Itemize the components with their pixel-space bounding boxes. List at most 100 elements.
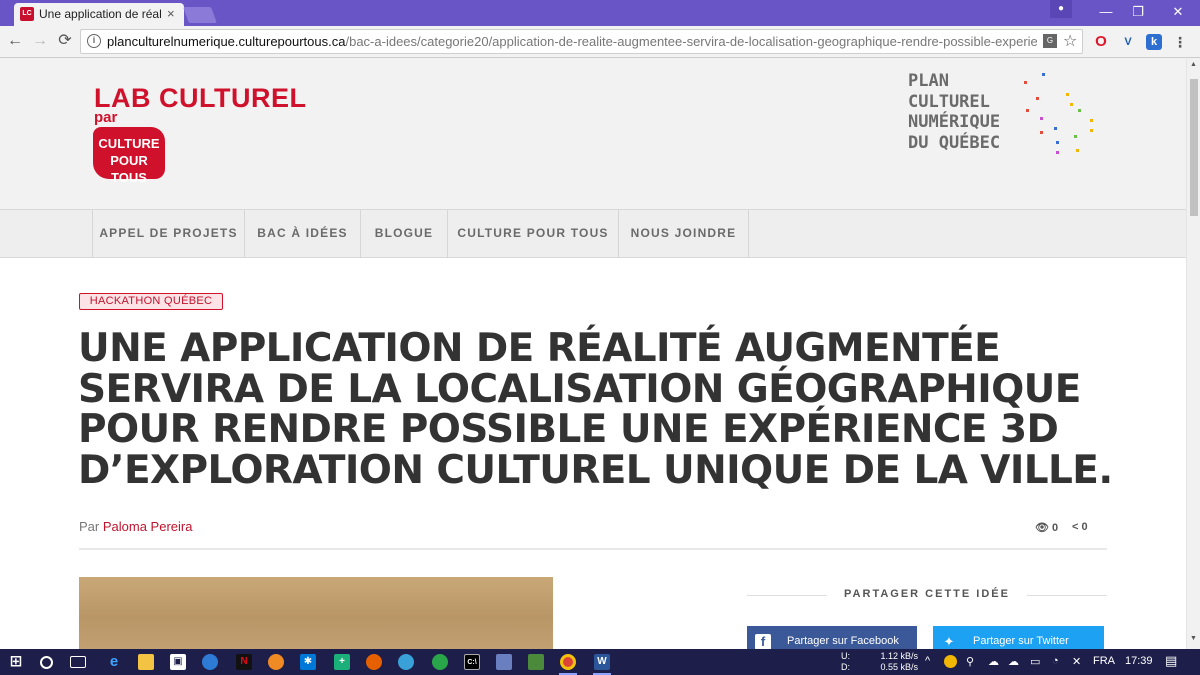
k-extension-icon[interactable]: k [1146, 34, 1162, 50]
views-count: 0 [1052, 522, 1059, 534]
divider [1027, 595, 1107, 596]
views-counter: 👁 0 [1035, 521, 1058, 534]
profile-icon[interactable]: ● [1050, 0, 1072, 18]
author-link[interactable]: Paloma Pereira [103, 519, 193, 534]
skype-icon[interactable] [398, 654, 414, 670]
nav-item-nous-joindre[interactable]: NOUS JOINDRE [618, 210, 749, 257]
task-view-icon[interactable] [70, 656, 86, 668]
network-app-icon[interactable] [496, 654, 512, 670]
bookmark-star-icon[interactable]: ☆ [1063, 31, 1077, 51]
info-icon[interactable]: i [87, 34, 101, 48]
forward-icon[interactable]: → [30, 31, 50, 51]
plan-line: DU QUÉBEC [908, 132, 1001, 153]
logo-dot [1036, 97, 1039, 100]
url-path: /bac-a-idees/categorie20/application-de-… [345, 34, 1037, 49]
facebook-icon: f [755, 634, 771, 649]
star-app-icon[interactable]: ✱ [300, 654, 316, 670]
word-icon[interactable]: W [594, 654, 610, 670]
logo-cpt-line2: POUR TOUS [110, 153, 148, 185]
page-scrollbar[interactable]: ▲ ▼ [1186, 59, 1200, 649]
globe-app-icon[interactable] [202, 654, 218, 670]
logo-dot [1042, 73, 1045, 76]
show-hidden-icons-icon[interactable]: ^ [925, 655, 930, 667]
plus-app-icon[interactable]: + [334, 654, 350, 670]
tab-close-icon[interactable]: × [167, 6, 175, 21]
logo-dot [1026, 109, 1029, 112]
culture-pour-tous-logo[interactable]: CULTURE POUR TOUS [93, 127, 165, 185]
share-facebook-button[interactable]: f Partager sur Facebook [747, 626, 917, 649]
cloud-icon[interactable]: ☁ [1008, 655, 1019, 668]
scrollbar-thumb[interactable] [1190, 79, 1198, 216]
clock[interactable]: 17:39 [1125, 655, 1153, 667]
minimize-button[interactable]: — [1088, 2, 1124, 22]
store-icon[interactable]: ▣ [170, 654, 186, 670]
netflix-icon[interactable]: N [236, 654, 252, 670]
main-navigation: APPEL DE PROJETS BAC À IDÉES BLOGUE CULT… [0, 209, 1186, 258]
battery-icon[interactable]: ▭ [1030, 655, 1040, 668]
logo-cpt-line1: CULTURE [98, 136, 160, 151]
language-indicator[interactable]: FRA [1093, 655, 1115, 667]
action-center-icon[interactable]: ▤ [1165, 653, 1177, 669]
translate-icon[interactable]: G [1043, 34, 1057, 48]
shares-counter[interactable]: < 0 [1072, 521, 1088, 533]
category-tag[interactable]: HACKATHON QUÉBEC [79, 293, 223, 310]
logo-dot [1070, 103, 1073, 106]
share-icon: < [1072, 521, 1079, 533]
firefox-icon[interactable] [366, 654, 382, 670]
network-speed-values: 1.12 kB/s 0.55 kB/s [876, 651, 918, 673]
file-explorer-icon[interactable] [138, 654, 154, 670]
torrent-icon[interactable] [432, 654, 448, 670]
logo-dot [1078, 109, 1081, 112]
nav-item-bac-a-idees[interactable]: BAC À IDÉES [244, 210, 360, 257]
logo-dot [1066, 93, 1069, 96]
onedrive-icon[interactable]: ☁ [988, 655, 999, 668]
share-twitter-button[interactable]: ✦ Partager sur Twitter [933, 626, 1104, 649]
scroll-up-icon[interactable]: ▲ [1190, 61, 1197, 68]
site-header: LAB CULTUREL par CULTURE POUR TOUS PLAN … [0, 59, 1186, 209]
nav-item-appel-de-projets[interactable]: APPEL DE PROJETS [92, 210, 244, 257]
paint-app-icon[interactable] [528, 654, 544, 670]
reload-icon[interactable]: ⟳ [55, 31, 75, 51]
new-tab-button[interactable] [183, 7, 217, 23]
net-down-value: 0.55 kB/s [880, 662, 918, 672]
tray-app-icon[interactable] [944, 655, 957, 668]
close-window-button[interactable]: ✕ [1160, 2, 1196, 22]
restore-button[interactable]: ❐ [1120, 2, 1156, 22]
tray-usb-icon[interactable]: ⚲ [966, 655, 974, 668]
browser-title-bar: LC Une application de réalit × ● — ❐ ✕ [0, 0, 1200, 26]
article-headline: UNE APPLICATION DE RÉALITÉ AUGMENTÉE SER… [78, 326, 1113, 493]
windows-start-icon[interactable]: ⊞ [8, 654, 24, 670]
volume-icon[interactable]: ✕ [1072, 655, 1081, 668]
cortana-icon[interactable] [40, 656, 53, 669]
logo-dot [1054, 127, 1057, 130]
nav-item-culture-pour-tous[interactable]: CULTURE POUR TOUS [447, 210, 618, 257]
nav-item-blogue[interactable]: BLOGUE [360, 210, 447, 257]
eye-icon: 👁 [1035, 522, 1049, 534]
shares-count: 0 [1081, 521, 1088, 533]
plan-line: NUMÉRIQUE [908, 112, 1001, 132]
twitter-icon: ✦ [943, 634, 955, 649]
v-extension-icon[interactable]: V [1120, 34, 1136, 50]
edge-icon[interactable]: e [106, 654, 122, 670]
chrome-icon[interactable] [560, 654, 576, 670]
url-host: planculturelnumerique.culturepourtous.ca [107, 34, 346, 49]
cmd-icon[interactable]: C:\ [464, 654, 480, 670]
share-section-title: PARTAGER CETTE IDÉE [844, 588, 1010, 600]
lab-culturel-logo[interactable]: LAB CULTUREL [94, 83, 306, 114]
orange-app-icon[interactable] [268, 654, 284, 670]
menu-icon[interactable]: ⋮ [1172, 34, 1188, 50]
logo-dot [1056, 141, 1059, 144]
plan-culturel-numerique-logo[interactable]: PLAN CULTUREL NUMÉRIQUE DU QUÉBEC [908, 71, 1028, 153]
byline: Par Paloma Pereira [79, 519, 192, 534]
plan-line: CULTUREL [908, 91, 990, 112]
address-bar[interactable]: i planculturelnumerique.culturepourtous.… [80, 29, 1083, 54]
browser-tab[interactable]: LC Une application de réalit × [14, 3, 184, 26]
windows-taskbar: ⊞ e ▣ N ✱ + C:\ W U: D: 1.12 kB/s 0.55 k… [0, 649, 1200, 675]
logo-dot [1090, 129, 1093, 132]
net-up-label: U: [841, 651, 850, 661]
wifi-icon[interactable]: ◔ [1052, 655, 1059, 667]
scroll-down-icon[interactable]: ▼ [1190, 635, 1197, 642]
opera-icon[interactable]: O [1093, 34, 1109, 50]
back-icon[interactable]: ← [5, 31, 25, 51]
url-text[interactable]: planculturelnumerique.culturepourtous.ca… [107, 34, 1037, 49]
